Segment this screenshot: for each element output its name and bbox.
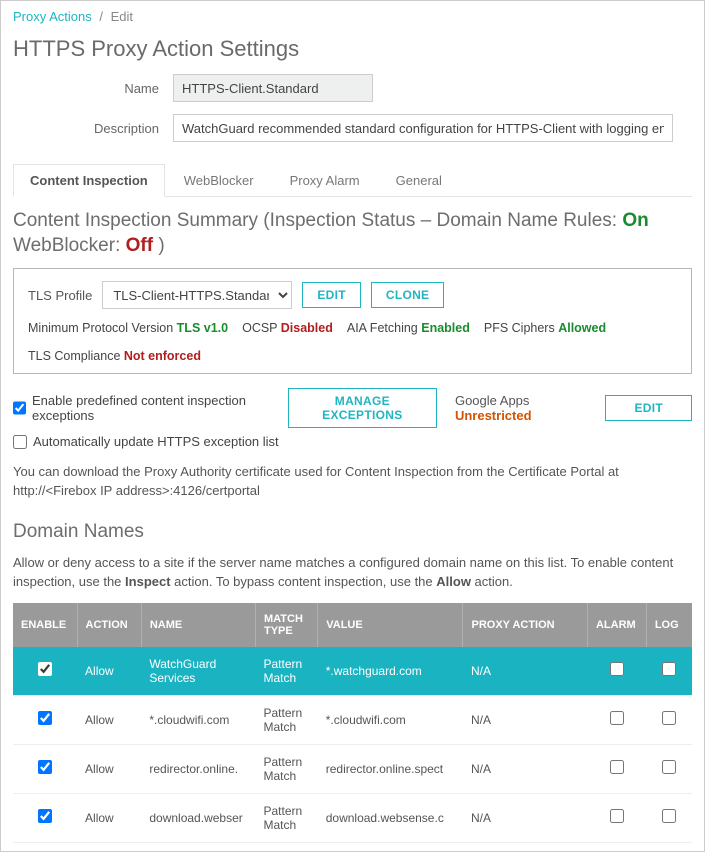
row-name: download.webser bbox=[141, 793, 255, 842]
cert-portal-info: You can download the Proxy Authority cer… bbox=[13, 463, 692, 499]
row-action: Allow bbox=[77, 695, 141, 744]
table-row[interactable]: Allow*.cloudwifi.comPattern Match*.cloud… bbox=[13, 695, 692, 744]
row-alarm-checkbox[interactable] bbox=[610, 711, 624, 725]
description-field[interactable] bbox=[173, 114, 673, 142]
breadcrumb-root[interactable]: Proxy Actions bbox=[13, 9, 92, 24]
col-header-action[interactable]: ACTION bbox=[77, 603, 141, 647]
tab-general[interactable]: General bbox=[379, 164, 459, 196]
tls-edit-button[interactable]: EDIT bbox=[302, 282, 361, 308]
tabs: Content Inspection WebBlocker Proxy Alar… bbox=[13, 164, 692, 197]
row-alarm-checkbox[interactable] bbox=[610, 662, 624, 676]
row-proxy: N/A bbox=[463, 647, 588, 696]
row-value: download.websense.c bbox=[318, 793, 463, 842]
row-log-checkbox[interactable] bbox=[662, 711, 676, 725]
col-header-alarm[interactable]: ALARM bbox=[587, 603, 646, 647]
col-header-proxy[interactable]: PROXY ACTION bbox=[463, 603, 588, 647]
row-log-checkbox[interactable] bbox=[662, 662, 676, 676]
row-alarm-checkbox[interactable] bbox=[610, 809, 624, 823]
row-log-checkbox[interactable] bbox=[662, 760, 676, 774]
domain-names-title: Domain Names bbox=[13, 520, 692, 545]
breadcrumb-current: Edit bbox=[111, 9, 133, 24]
breadcrumb: Proxy Actions / Edit bbox=[13, 9, 692, 24]
tls-profile-select[interactable]: TLS-Client-HTTPS.Standard.1 bbox=[102, 281, 292, 309]
tls-profile-label: TLS Profile bbox=[28, 288, 92, 303]
col-header-value[interactable]: VALUE bbox=[318, 603, 463, 647]
breadcrumb-separator: / bbox=[99, 9, 103, 24]
auto-update-checkbox[interactable] bbox=[13, 435, 27, 449]
row-enable-checkbox[interactable] bbox=[38, 760, 52, 774]
domain-names-description: Allow or deny access to a site if the se… bbox=[13, 554, 692, 590]
name-label: Name bbox=[13, 81, 173, 96]
page-title: HTTPS Proxy Action Settings bbox=[13, 36, 692, 62]
row-enable-checkbox[interactable] bbox=[38, 809, 52, 823]
row-proxy: N/A bbox=[463, 793, 588, 842]
tab-webblocker[interactable]: WebBlocker bbox=[167, 164, 271, 196]
tab-proxy-alarm[interactable]: Proxy Alarm bbox=[273, 164, 377, 196]
row-name: *.cloudwifi.com bbox=[141, 695, 255, 744]
table-row[interactable]: Allowdownload.webserPattern Matchdownloa… bbox=[13, 793, 692, 842]
row-action: Allow bbox=[77, 744, 141, 793]
row-name: redirector.online. bbox=[141, 744, 255, 793]
domain-rules-status: On bbox=[622, 210, 648, 231]
enable-exceptions-label[interactable]: Enable predefined content inspection exc… bbox=[13, 393, 270, 423]
enable-exceptions-checkbox[interactable] bbox=[13, 401, 26, 415]
inspection-summary-title: Content Inspection Summary (Inspection S… bbox=[13, 209, 692, 258]
row-value: *.cloudwifi.com bbox=[318, 695, 463, 744]
google-apps-edit-button[interactable]: EDIT bbox=[605, 395, 692, 421]
manage-exceptions-button[interactable]: MANAGE EXCEPTIONS bbox=[288, 388, 437, 428]
table-row[interactable]: AllowWatchGuard ServicesPattern Match*.w… bbox=[13, 647, 692, 696]
tls-profile-box: TLS Profile TLS-Client-HTTPS.Standard.1 … bbox=[13, 268, 692, 374]
col-header-name[interactable]: NAME bbox=[141, 603, 255, 647]
row-match: Pattern Match bbox=[255, 647, 317, 696]
row-action: Allow bbox=[77, 793, 141, 842]
row-log-checkbox[interactable] bbox=[662, 809, 676, 823]
row-enable-checkbox[interactable] bbox=[38, 662, 52, 676]
row-name: WatchGuard Services bbox=[141, 647, 255, 696]
col-header-log[interactable]: LOG bbox=[646, 603, 692, 647]
row-proxy: N/A bbox=[463, 744, 588, 793]
tls-clone-button[interactable]: CLONE bbox=[371, 282, 445, 308]
row-value: *.watchguard.com bbox=[318, 647, 463, 696]
row-proxy: N/A bbox=[463, 695, 588, 744]
row-action: Allow bbox=[77, 647, 141, 696]
name-field[interactable] bbox=[173, 74, 373, 102]
domain-names-table: ENABLE ACTION NAME MATCH TYPE VALUE PROX… bbox=[13, 603, 692, 843]
row-value: redirector.online.spect bbox=[318, 744, 463, 793]
table-row[interactable]: Allowredirector.online.Pattern Matchredi… bbox=[13, 744, 692, 793]
google-apps-status: Google Apps Unrestricted bbox=[455, 393, 587, 423]
webblocker-status: Off bbox=[126, 235, 153, 256]
row-enable-checkbox[interactable] bbox=[38, 711, 52, 725]
row-alarm-checkbox[interactable] bbox=[610, 760, 624, 774]
description-label: Description bbox=[13, 121, 173, 136]
auto-update-label[interactable]: Automatically update HTTPS exception lis… bbox=[13, 434, 692, 449]
row-match: Pattern Match bbox=[255, 695, 317, 744]
col-header-enable[interactable]: ENABLE bbox=[13, 603, 77, 647]
tab-content-inspection[interactable]: Content Inspection bbox=[13, 164, 165, 197]
row-match: Pattern Match bbox=[255, 744, 317, 793]
tls-status-line: Minimum Protocol Version TLS v1.0 OCSP D… bbox=[28, 321, 677, 363]
col-header-match[interactable]: MATCH TYPE bbox=[255, 603, 317, 647]
row-match: Pattern Match bbox=[255, 793, 317, 842]
